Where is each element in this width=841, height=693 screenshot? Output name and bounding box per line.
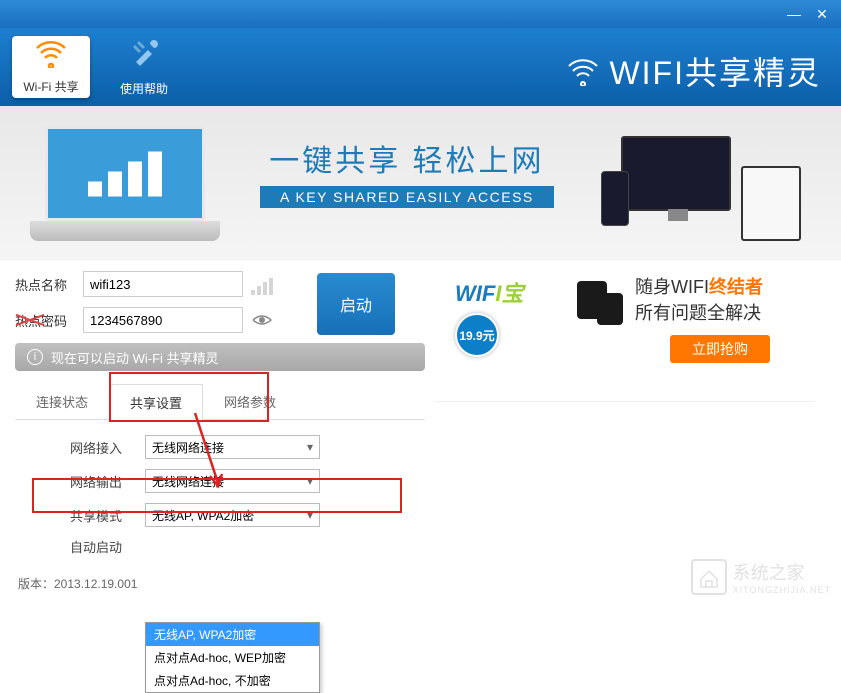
signal-icon [251,273,276,295]
wifi-logo-icon [565,56,601,86]
info-icon: i [27,349,43,365]
tabs: 连接状态 共享设置 网络参数 [15,383,425,420]
status-bar: i 现在可以启动 Wi-Fi 共享精灵 [15,343,425,371]
network-output-select[interactable]: 无线网络连接 [145,469,320,493]
hotspot-name-label: 热点名称 [15,275,83,294]
banner-title: 一键共享 轻松上网 [260,136,554,180]
price-badge: 19.9元 [455,313,499,357]
wifi-icon [35,39,67,76]
watermark-house-icon [691,559,727,595]
toolbar: Wi-Fi 共享 使用帮助 WIFI共享精灵 [0,28,841,106]
toolbar-label: Wi-Fi 共享 [23,78,78,95]
usb-product-image [555,271,625,336]
left-panel: 热点名称 热点密码 启动 i 现在可以启动 Wi-Fi 共享精灵 连接状 [15,271,425,571]
version-label: 版本：2013.12.19.001 [18,575,137,592]
close-button[interactable]: ✕ [808,4,836,24]
help-button[interactable]: 使用帮助 [105,36,183,98]
share-mode-select[interactable]: 无线AP, WPA2加密 [145,503,320,527]
tab-connection[interactable]: 连接状态 [15,383,109,419]
status-text: 现在可以启动 Wi-Fi 共享精灵 [51,348,219,367]
cross-icon [15,308,45,332]
banner-laptop-image [30,126,220,246]
buy-now-button[interactable]: 立即抢购 [670,335,770,363]
watermark: 系统之家 XITONGZHIJIA.NET [691,559,831,595]
hotspot-password-input[interactable] [83,307,243,333]
start-button[interactable]: 启动 [317,273,395,335]
share-mode-label: 共享模式 [70,506,145,525]
titlebar: — ✕ [0,0,841,28]
wifi-share-button[interactable]: Wi-Fi 共享 [12,36,90,98]
network-access-label: 网络接入 [70,438,145,457]
hotspot-name-input[interactable] [83,271,243,297]
promo-text: 随身WIFI终结者 所有问题全解决 [635,273,763,325]
network-access-select[interactable]: 无线网络连接 [145,435,320,459]
dropdown-option[interactable]: 点对点Ad-hoc, WEP加密 [146,646,319,669]
banner-text: 一键共享 轻松上网 A KEY SHARED EASILY ACCESS [260,136,554,208]
toolbar-label: 使用帮助 [120,80,168,97]
tab-settings[interactable]: 共享设置 [109,384,203,420]
password-visibility-icon[interactable] [251,311,273,329]
tools-icon [128,38,160,78]
network-output-label: 网络输出 [70,472,145,491]
dropdown-option[interactable]: 点对点Ad-hoc, 不加密 [146,669,319,692]
app-logo: WIFI共享精灵 [565,48,821,94]
tab-network[interactable]: 网络参数 [203,383,297,419]
banner-devices-image [601,131,811,241]
share-mode-dropdown: 无线AP, WPA2加密 点对点Ad-hoc, WEP加密 点对点Ad-hoc,… [145,622,320,693]
autostart-label: 自动启动 [70,537,145,556]
banner: 一键共享 轻松上网 A KEY SHARED EASILY ACCESS [0,106,841,261]
promo-logo: WIFI宝 [455,276,523,308]
minimize-button[interactable]: — [780,4,808,24]
banner-subtitle: A KEY SHARED EASILY ACCESS [260,186,554,208]
right-panel: WIFI宝 19.9元 随身WIFI终结者 所有问题全解决 立即抢购 [425,271,815,571]
settings-panel: 网络接入 无线网络连接 网络输出 无线网络连接 共享模式 无线AP, WPA2加… [15,420,425,556]
dropdown-option[interactable]: 无线AP, WPA2加密 [146,623,319,646]
